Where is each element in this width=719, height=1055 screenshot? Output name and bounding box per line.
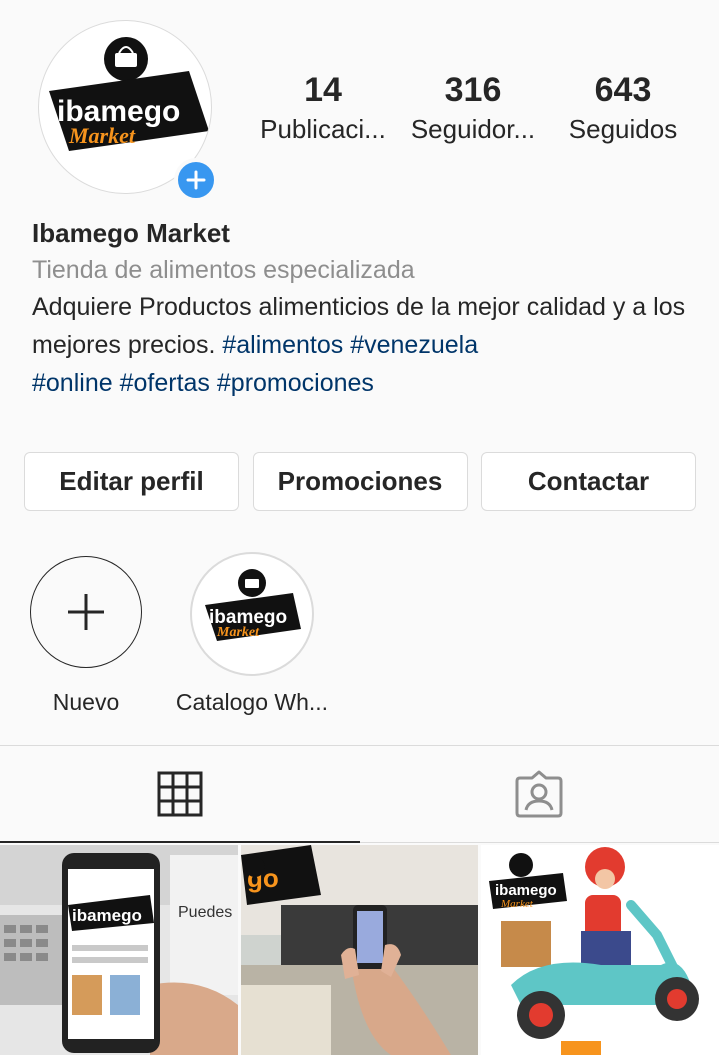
profile-name: Ibamego Market [32, 218, 230, 248]
post-thumbnail[interactable]: go [240, 845, 479, 1055]
tagged-icon [515, 770, 563, 818]
hashtag-link[interactable]: #venezuela [350, 331, 478, 359]
post-image: go [240, 845, 479, 1055]
promotions-button[interactable]: Promociones [252, 452, 468, 511]
profile-category: Tienda de alimentos especializada [32, 256, 415, 284]
highlight-cover: ibamego Market [197, 559, 307, 669]
tab-tagged[interactable] [360, 746, 719, 842]
tab-grid[interactable] [0, 746, 360, 843]
highlight-ring: ibamego Market [190, 552, 314, 676]
logo-text-bottom: Market [216, 625, 260, 640]
stat-following[interactable]: 643 Seguidos [548, 68, 698, 146]
stat-followers-label: Seguidor... [410, 114, 536, 144]
post-image: ibamego Market [481, 845, 719, 1055]
profile-header: ibamego Market 14 Publicaci... 316 Segui… [0, 0, 719, 202]
contact-button[interactable]: Contactar [481, 452, 696, 511]
profile-avatar[interactable]: ibamego Market [38, 20, 218, 202]
story-highlights: Nuevo ibamego Market Catalogo Wh... [28, 552, 708, 722]
highlight-catalog[interactable]: ibamego Market Catalogo Wh... [172, 552, 332, 718]
stat-followers[interactable]: 316 Seguidor... [398, 68, 548, 146]
profile-tabs [0, 745, 719, 843]
logo-text-bottom: Market [500, 898, 534, 910]
bio-description: Adquiere Productos alimenticios de la me… [32, 288, 702, 402]
post-caption: Puedes PEDIR mismo [178, 904, 238, 921]
highlight-label: Catalogo Wh... [175, 689, 329, 715]
brand-logo: ibamego Market [205, 569, 301, 641]
stat-posts[interactable]: 14 Publicaci... [248, 68, 398, 146]
edit-profile-button[interactable]: Editar perfil [24, 452, 239, 511]
highlight-label: Nuevo [52, 689, 120, 715]
new-highlight-circle [30, 556, 142, 668]
post-grid: ibamego Puedes PEDIR mismo go [0, 845, 719, 1055]
profile-actions: Editar perfil Promociones Contactar [24, 452, 696, 511]
post-image: ibamego Puedes PEDIR mismo [0, 845, 238, 1055]
logo-text-top: ibamego [495, 882, 557, 899]
post-thumbnail[interactable]: ibamego Puedes PEDIR mismo [0, 845, 238, 1055]
plus-icon [186, 170, 206, 190]
stat-following-label: Seguidos [568, 114, 678, 144]
stat-followers-value: 316 [444, 71, 502, 109]
hashtag-link[interactable]: #ofertas [120, 369, 210, 397]
logo-text-top: ibamego [72, 906, 142, 925]
profile-stats: 14 Publicaci... 316 Seguidor... 643 Segu… [248, 68, 698, 146]
stat-posts-label: Publicaci... [260, 114, 386, 144]
highlight-new[interactable]: Nuevo [28, 552, 144, 718]
stat-posts-value: 14 [304, 71, 342, 109]
profile-bio: Ibamego Market Tienda de alimentos espec… [32, 214, 702, 402]
plus-icon [68, 594, 104, 630]
post-thumbnail[interactable]: ibamego Market [481, 845, 719, 1055]
hashtag-link[interactable]: #promociones [217, 369, 374, 397]
hashtag-link[interactable]: #alimentos [222, 331, 343, 359]
logo-text-bottom: Market [68, 123, 136, 148]
stat-following-value: 643 [594, 71, 652, 109]
hashtag-link[interactable]: #online [32, 369, 113, 397]
grid-icon [157, 771, 203, 817]
add-story-button[interactable] [174, 158, 218, 202]
